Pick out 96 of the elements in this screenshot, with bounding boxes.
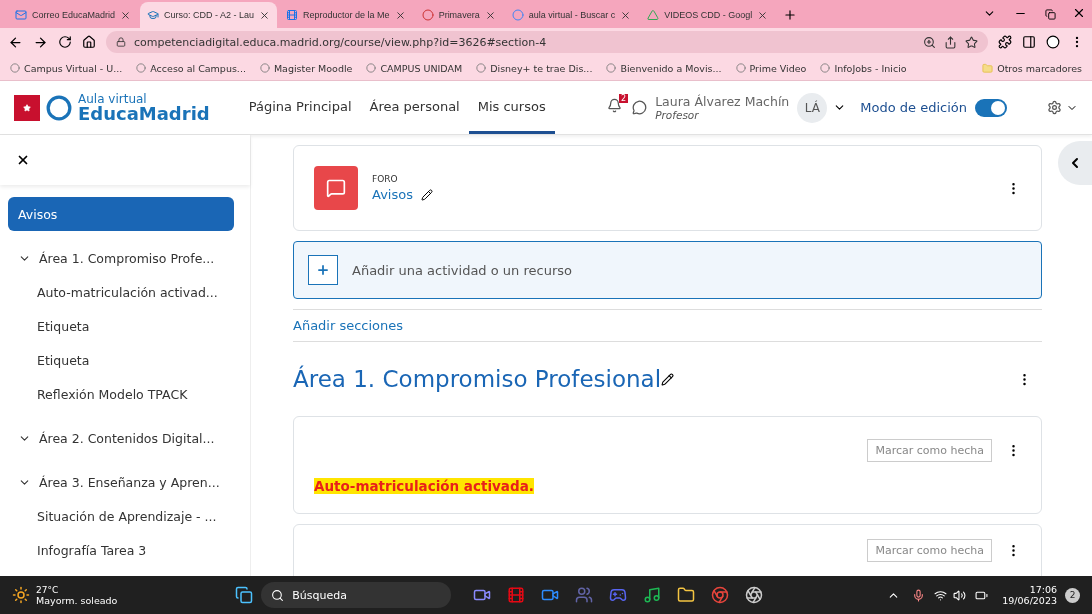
- address-bar[interactable]: competenciadigital.educa.madrid.org/course/view.php?id=3626#section-4: [106, 31, 988, 53]
- bookmark[interactable]: Disney+ te trae Dis...: [476, 62, 593, 74]
- section-title: Área 1. Compromiso Profesional: [293, 366, 662, 392]
- sidebar-item[interactable]: Infografía Tarea 3: [8, 533, 234, 567]
- sidebar-item[interactable]: Área 1. Compromiso Profe...: [8, 241, 234, 275]
- share-icon[interactable]: [944, 35, 957, 49]
- circle-icon: [476, 63, 487, 73]
- user-role: Profesor: [655, 109, 700, 121]
- circle-icon: [366, 63, 377, 73]
- reload-icon[interactable]: [58, 35, 72, 49]
- bookmark[interactable]: Acceso al Campus...: [136, 62, 246, 74]
- user-name: Laura Álvarez Machín: [655, 94, 790, 109]
- new-tab-icon[interactable]: [783, 8, 798, 22]
- browser-tab[interactable]: aula virtual - Buscar c: [504, 2, 639, 28]
- pencil-icon[interactable]: [420, 188, 433, 201]
- browser-tab[interactable]: Curso: CDD - A2 - Lau: [140, 2, 278, 28]
- mark-done-button[interactable]: Marcar como hecha: [867, 539, 992, 562]
- sidebar-item[interactable]: Auto-matriculación activad...: [8, 275, 234, 309]
- clock-date: 19/06/2023: [1002, 595, 1057, 606]
- star-icon: [23, 103, 31, 112]
- add-sections-link[interactable]: Añadir secciones: [293, 309, 1042, 342]
- circle-icon: [136, 63, 147, 73]
- edit-mode-toggle[interactable]: [975, 98, 1007, 117]
- weather-text: Mayorm. soleado: [36, 594, 118, 606]
- forum-link[interactable]: Avisos: [372, 187, 413, 202]
- sidebar-item[interactable]: Situación de Aprendizaje - ...: [8, 499, 234, 533]
- forward-icon[interactable]: [33, 34, 48, 50]
- sidebar-item[interactable]: Reflexión Modelo TPACK: [8, 377, 234, 411]
- close-icon[interactable]: [259, 9, 271, 21]
- search-icon: [271, 588, 285, 602]
- nav-link[interactable]: Mis cursos: [468, 81, 555, 134]
- user-avatar[interactable]: LÁ: [797, 92, 828, 123]
- bookmark[interactable]: Bienvenido a Movis...: [606, 62, 722, 74]
- pencil-icon[interactable]: [661, 372, 675, 386]
- circle-icon: [10, 63, 20, 73]
- circle-icon: [735, 63, 746, 73]
- sidebar-item[interactable]: Área 2. Contenidos Digital...: [8, 421, 234, 455]
- browser-tab[interactable]: Correo EducaMadrid: [8, 2, 139, 28]
- chat-icon: [326, 178, 346, 198]
- nav-link[interactable]: Página Principal: [239, 81, 361, 134]
- mark-done-button[interactable]: Marcar como hecha: [867, 439, 992, 462]
- notification-badge: 2: [619, 94, 629, 103]
- logo-subtitle: Aula virtual: [78, 92, 148, 105]
- activity-label: Auto-matriculación activada.: [314, 478, 534, 494]
- clock-time: 17:06: [1029, 584, 1057, 595]
- side-panel-icon[interactable]: [1022, 35, 1036, 49]
- browser-tab[interactable]: Reproductor de la Me: [279, 2, 413, 28]
- sidebar-item[interactable]: Etiqueta: [8, 309, 234, 343]
- notification-count: 2: [1065, 587, 1080, 603]
- nav-link[interactable]: Área personal: [360, 81, 469, 134]
- volume-icon[interactable]: [953, 588, 967, 602]
- plus-icon: [308, 255, 338, 285]
- drawer-toggle[interactable]: [1058, 141, 1092, 185]
- weather-icon: [12, 586, 30, 604]
- search-field[interactable]: Búsqueda: [261, 582, 452, 608]
- bookmark[interactable]: Prime Video: [735, 62, 807, 74]
- zoom-icon[interactable]: [923, 35, 936, 49]
- home-icon[interactable]: [82, 35, 96, 49]
- wifi-icon[interactable]: [934, 588, 948, 602]
- graduation-cap-icon: [147, 9, 160, 21]
- chat-icon[interactable]: [632, 100, 648, 115]
- circle-icon: [259, 63, 270, 73]
- browser-tab[interactable]: Primavera: [414, 2, 503, 28]
- profile-icon[interactable]: [1046, 35, 1060, 49]
- sidebar-item[interactable]: Avisos: [8, 197, 234, 231]
- circle-icon: [820, 63, 831, 73]
- bookmark-folder[interactable]: Otros marcadores: [982, 62, 1082, 74]
- bell-icon[interactable]: [607, 98, 623, 113]
- activity-type: FORO: [372, 174, 399, 184]
- bookmark[interactable]: Magister Moodle: [259, 62, 353, 74]
- browser-tab[interactable]: VIDEOS CDD - Googl: [640, 2, 776, 28]
- film-icon: [286, 9, 299, 21]
- close-icon[interactable]: [1072, 6, 1086, 20]
- circle-icon: [606, 63, 617, 73]
- bookmark[interactable]: CAMPUS UNIDAM: [366, 62, 463, 74]
- close-icon[interactable]: [16, 153, 30, 167]
- mic-icon[interactable]: [912, 588, 926, 602]
- sidebar-item[interactable]: Etiqueta: [8, 343, 234, 377]
- temperature: 27°C: [36, 584, 60, 595]
- mail-icon: [15, 9, 27, 21]
- extensions-icon[interactable]: [998, 35, 1012, 49]
- restore-icon[interactable]: [1045, 9, 1056, 20]
- back-icon[interactable]: [8, 34, 23, 50]
- sidebar-item[interactable]: Área 3. Enseñanza y Apren...: [8, 465, 234, 499]
- folder-icon: [982, 62, 994, 74]
- bookmark[interactable]: Campus Virtual - U...: [10, 62, 123, 74]
- logo-title: EducaMadrid: [78, 104, 210, 123]
- circle-icon: [511, 9, 524, 21]
- star-icon[interactable]: [965, 35, 978, 49]
- edit-mode-label: Modo de edición: [860, 100, 967, 115]
- triangle-icon: [647, 9, 660, 21]
- bookmark[interactable]: InfoJobs - Inicio: [820, 62, 907, 74]
- settings-icon[interactable]: [1047, 100, 1062, 115]
- add-activity-button[interactable]: Añadir una actividad o un recurso: [293, 241, 1042, 299]
- lock-icon: [116, 37, 126, 47]
- circle-icon: [421, 9, 434, 21]
